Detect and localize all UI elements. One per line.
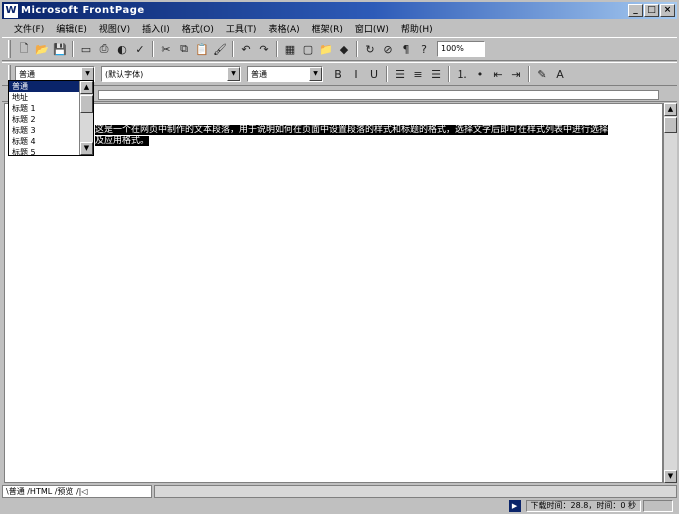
view-tabs[interactable]: \普通 /HTML /预览 /|◁ xyxy=(2,484,152,498)
toolbar-separator xyxy=(72,41,74,57)
menu-item[interactable]: 插入(I) xyxy=(136,22,176,35)
menu-item[interactable]: 格式(O) xyxy=(176,22,220,35)
scroll-down-button[interactable]: ▼ xyxy=(664,470,677,483)
indent-icon[interactable]: ⇥ xyxy=(507,65,525,83)
refresh-icon[interactable]: ↻ xyxy=(361,40,379,58)
document-text-line[interactable]: 及应用格式。 xyxy=(95,136,150,147)
scroll-up-button[interactable]: ▲ xyxy=(664,103,677,116)
toolbar-separator xyxy=(528,66,530,82)
zoom-box[interactable]: 100% xyxy=(437,41,485,57)
view-tabs-bar: \普通 /HTML /预览 /|◁ xyxy=(2,484,677,498)
toolbar-separator xyxy=(152,41,154,57)
spell-icon[interactable]: ✓ xyxy=(131,40,149,58)
menu-item[interactable]: 视图(V) xyxy=(93,22,136,35)
format-buttons: B I U ☰ ≡ ☰ ⒈ • ⇤ ⇥ ✎ A xyxy=(329,65,569,83)
toolbar-separator xyxy=(386,66,388,82)
vertical-scrollbar[interactable]: ▲ ▼ xyxy=(663,103,677,483)
menu-item[interactable]: 表格(A) xyxy=(262,22,305,35)
image-icon[interactable]: ◆ xyxy=(335,40,353,58)
chevron-down-icon[interactable]: ▼ xyxy=(309,67,322,81)
status-bar: ▶ 下载时间：28.8，时间：0 秒 xyxy=(2,499,677,513)
numbered-list-icon[interactable]: ⒈ xyxy=(453,65,471,83)
window-title: Microsoft FrontPage xyxy=(21,5,145,16)
download-time-icon: ▶ xyxy=(508,500,521,512)
menu-item[interactable]: 帮助(H) xyxy=(395,22,439,35)
chevron-down-icon[interactable]: ▼ xyxy=(81,67,94,81)
standard-toolbar: 🗋 📂 💾 ▭ ⎙ ◐ ✓ ✂ ⧉ 📋 🖌 ↶ ↷ ▦ ▢ 📁 ◆ ↻ ⊘ ¶? 100% xyxy=(2,37,677,61)
bullet-list-icon[interactable]: • xyxy=(471,65,489,83)
menu-item[interactable]: 框架(R) xyxy=(306,22,349,35)
align-center-icon[interactable]: ≡ xyxy=(409,65,427,83)
undo-icon[interactable]: ↶ xyxy=(237,40,255,58)
selected-text[interactable]: 这是一个在网页中制作的文本段落，用于说明如何在页面中设置段落的样式和标题的格式，… xyxy=(95,125,609,135)
preview-icon[interactable]: ◐ xyxy=(113,40,131,58)
redo-icon[interactable]: ↷ xyxy=(255,40,273,58)
menu-item[interactable]: 编辑(E) xyxy=(50,22,93,35)
align-left-icon[interactable]: ☰ xyxy=(391,65,409,83)
title-bar[interactable]: W Microsoft FrontPage _ □ × xyxy=(2,2,677,19)
standard-buttons: 🗋 📂 💾 ▭ ⎙ ◐ ✓ ✂ ⧉ 📋 🖌 ↶ ↷ ▦ ▢ 📁 ◆ ↻ ⊘ ¶? xyxy=(15,40,433,58)
open-icon[interactable]: 📂 xyxy=(33,40,51,58)
size-combo[interactable]: 普通 ▼ xyxy=(247,66,323,82)
selected-text[interactable]: 及应用格式。 xyxy=(95,136,150,146)
size-combo-value: 普通 xyxy=(251,69,267,79)
menu-item[interactable]: 工具(T) xyxy=(220,22,263,35)
scroll-down-button[interactable]: ▼ xyxy=(80,142,93,155)
app-icon[interactable]: W xyxy=(4,3,18,18)
style-dropdown-list[interactable]: 普通 地址 标题 1 标题 2 标题 3 标题 4 标题 5 ▲ ▼ xyxy=(8,80,94,157)
close-button[interactable]: × xyxy=(660,4,675,17)
status-empty-cell xyxy=(643,500,673,512)
minimize-button[interactable]: _ xyxy=(628,4,643,17)
cut-icon[interactable]: ✂ xyxy=(157,40,175,58)
scroll-thumb[interactable] xyxy=(80,95,93,113)
font-combo-value: (默认字体) xyxy=(105,69,144,79)
italic-icon[interactable]: I xyxy=(347,65,365,83)
download-time-text: 下载时间：28.8，时间：0 秒 xyxy=(525,500,641,512)
style-combo-value: 普通 xyxy=(19,69,35,79)
table-icon[interactable]: ▦ xyxy=(281,40,299,58)
highlight-icon[interactable]: ✎ xyxy=(533,65,551,83)
scroll-up-button[interactable]: ▲ xyxy=(80,81,93,94)
stop-icon[interactable]: ⊘ xyxy=(379,40,397,58)
maximize-button[interactable]: □ xyxy=(644,4,659,17)
menu-item[interactable]: 窗口(W) xyxy=(349,22,395,35)
outdent-icon[interactable]: ⇤ xyxy=(489,65,507,83)
help-icon[interactable]: ? xyxy=(415,40,433,58)
chevron-down-icon[interactable]: ▼ xyxy=(227,67,240,81)
font-color-icon[interactable]: A xyxy=(551,65,569,83)
scroll-thumb[interactable] xyxy=(664,117,677,133)
toolbar-gripper[interactable] xyxy=(8,40,11,58)
paragraph-icon[interactable]: ¶ xyxy=(397,40,415,58)
frame-icon[interactable]: ▢ xyxy=(299,40,317,58)
folder-icon[interactable]: 📁 xyxy=(317,40,335,58)
publish-icon[interactable]: ▭ xyxy=(77,40,95,58)
dropdown-scrollbar[interactable]: ▲ ▼ xyxy=(79,81,93,155)
menu-item[interactable]: 文件(F) xyxy=(8,22,50,35)
toolbar-separator xyxy=(276,41,278,57)
style-dropdown-item[interactable]: 普通 xyxy=(9,81,79,92)
format-painter-icon[interactable]: 🖌 xyxy=(211,40,229,58)
font-combo[interactable]: (默认字体) ▼ xyxy=(101,66,241,82)
menu-bar: 文件(F) 编辑(E) 视图(V) 插入(I) 格式(O) 工具(T) 表格(A) 框架(R)… xyxy=(2,20,677,36)
copy-icon[interactable]: ⧉ xyxy=(175,40,193,58)
align-right-icon[interactable]: ☰ xyxy=(427,65,445,83)
window-controls: _ □ × xyxy=(628,4,675,17)
toolbar-separator xyxy=(232,41,234,57)
save-icon[interactable]: 💾 xyxy=(51,40,69,58)
underline-icon[interactable]: U xyxy=(365,65,383,83)
print-icon[interactable]: ⎙ xyxy=(95,40,113,58)
bold-icon[interactable]: B xyxy=(329,65,347,83)
document-text-line[interactable]: 这是一个在网页中制作的文本段落，用于说明如何在页面中设置段落的样式和标题的格式，… xyxy=(95,125,609,136)
toolbar-separator xyxy=(448,66,450,82)
ruler xyxy=(2,88,677,102)
paste-icon[interactable]: 📋 xyxy=(193,40,211,58)
horizontal-scrollbar[interactable] xyxy=(154,484,677,498)
toolbar-separator xyxy=(356,41,358,57)
ruler-track[interactable] xyxy=(98,90,659,100)
formatting-toolbar: 普通 ▼ (默认字体) ▼ 普通 ▼ B I U ☰ ≡ ☰ ⒈ • ⇤ ⇥ ✎ A xyxy=(2,62,677,86)
new-icon[interactable]: 🗋 xyxy=(15,40,33,58)
document-area[interactable]: 这是一个在网页中制作的文本段落，用于说明如何在页面中设置段落的样式和标题的格式，… xyxy=(4,103,663,483)
